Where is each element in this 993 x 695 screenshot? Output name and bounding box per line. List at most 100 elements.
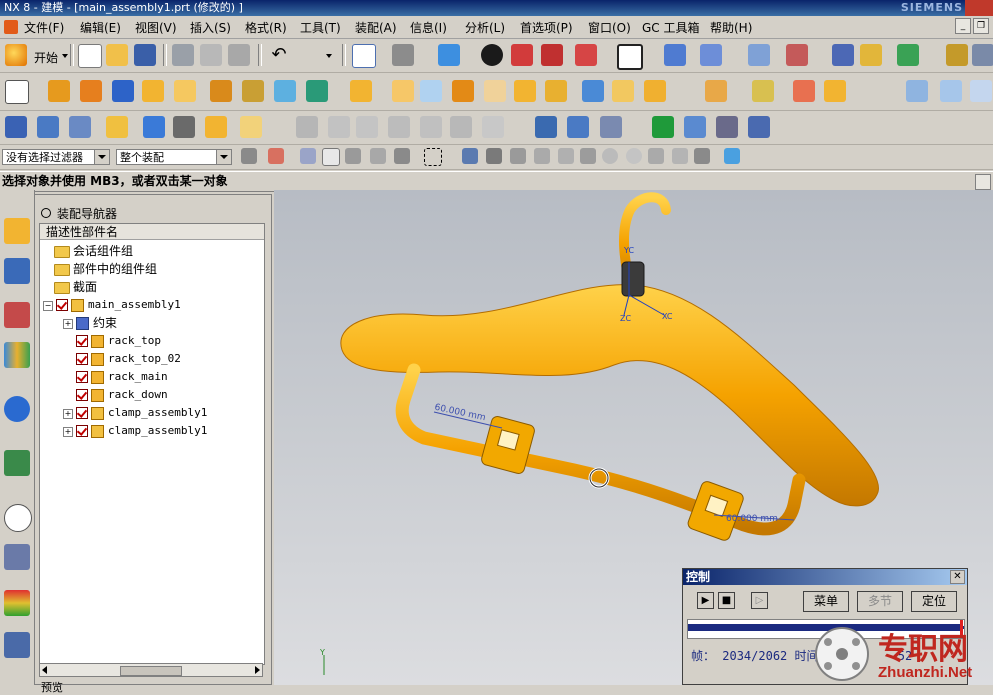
intersection-icon[interactable] bbox=[558, 148, 574, 164]
new-file-icon[interactable] bbox=[78, 44, 102, 68]
start-icon[interactable] bbox=[5, 44, 27, 66]
trim-body-icon[interactable] bbox=[350, 80, 372, 102]
extrude-icon[interactable] bbox=[48, 80, 70, 102]
menu-tools[interactable]: 工具(T) bbox=[300, 19, 341, 36]
tree-node-main-assembly[interactable]: main_assembly1 bbox=[56, 296, 181, 314]
component-select-icon[interactable] bbox=[724, 148, 740, 164]
select-edges-icon[interactable] bbox=[345, 148, 361, 164]
midpoint-icon[interactable] bbox=[510, 148, 526, 164]
arc-center-icon[interactable] bbox=[580, 148, 596, 164]
preview-section[interactable]: 预览 bbox=[41, 679, 63, 695]
menu-information[interactable]: 信息(I) bbox=[410, 19, 447, 36]
align-icon[interactable] bbox=[700, 44, 722, 66]
clamp-2[interactable] bbox=[686, 480, 744, 542]
boss-icon[interactable] bbox=[174, 80, 196, 102]
part-navigator-tab-icon[interactable] bbox=[4, 302, 30, 328]
component-array-icon[interactable] bbox=[205, 116, 227, 138]
chamfer-icon[interactable] bbox=[452, 80, 474, 102]
visibility-checkbox[interactable] bbox=[76, 389, 88, 401]
measure-icon[interactable] bbox=[946, 44, 968, 66]
window-controls[interactable] bbox=[965, 0, 993, 16]
fit-view-icon[interactable] bbox=[352, 44, 376, 68]
restore-button[interactable]: ❐ bbox=[973, 18, 989, 34]
g3-icon[interactable] bbox=[450, 116, 472, 138]
replace-component-icon[interactable] bbox=[824, 80, 846, 102]
select-bodies-icon[interactable] bbox=[394, 148, 410, 164]
tree-node-rack-top[interactable]: rack_top bbox=[76, 332, 161, 350]
g1-icon[interactable] bbox=[388, 116, 410, 138]
add-component-icon[interactable] bbox=[705, 80, 727, 102]
hook-connector[interactable] bbox=[621, 261, 645, 297]
deviation-icon[interactable] bbox=[482, 116, 504, 138]
reference-set-icon[interactable] bbox=[106, 116, 128, 138]
snap-icon[interactable] bbox=[268, 148, 284, 164]
existing-point-icon[interactable] bbox=[648, 148, 664, 164]
layer-icon[interactable] bbox=[748, 44, 770, 66]
pmi-icon[interactable] bbox=[748, 116, 770, 138]
multi-step-button[interactable]: 多节 bbox=[857, 591, 903, 612]
edge-blend-icon[interactable] bbox=[420, 80, 442, 102]
expand-icon[interactable]: + bbox=[63, 427, 73, 437]
expand-icon[interactable]: + bbox=[63, 409, 73, 419]
pattern-icon[interactable] bbox=[210, 80, 232, 102]
tree-node-rack-main[interactable]: rack_main bbox=[76, 368, 168, 386]
scroll-left-icon[interactable] bbox=[42, 666, 47, 674]
expand-icon[interactable]: + bbox=[63, 319, 73, 329]
tree-node-clamp-assembly-1[interactable]: clamp_assembly1 bbox=[76, 404, 207, 422]
menu-assemblies[interactable]: 装配(A) bbox=[355, 19, 397, 36]
new-component-icon[interactable] bbox=[752, 80, 774, 102]
through-curves-icon[interactable] bbox=[940, 80, 962, 102]
show-hide-icon[interactable] bbox=[511, 44, 533, 66]
point-icon[interactable] bbox=[832, 44, 854, 66]
rectangle-select-icon[interactable] bbox=[424, 148, 442, 166]
filter-options-icon[interactable] bbox=[241, 148, 257, 164]
assembly-navigator-tab-icon[interactable] bbox=[4, 218, 30, 244]
menu-preferences[interactable]: 首选项(P) bbox=[520, 19, 573, 36]
analysis-icon[interactable] bbox=[972, 44, 993, 66]
render-style-icon[interactable] bbox=[392, 44, 414, 66]
block-icon[interactable] bbox=[112, 80, 134, 102]
undo-dropdown-icon[interactable] bbox=[326, 54, 332, 58]
explode-view-icon[interactable] bbox=[37, 116, 59, 138]
navigator-tree[interactable]: 描述性部件名 会话组件组 部件中的组件组 截面 − main_assembly1… bbox=[39, 223, 265, 665]
clip-view-icon[interactable] bbox=[575, 44, 597, 66]
select-faces-icon[interactable] bbox=[322, 148, 340, 166]
history-tab-icon[interactable] bbox=[4, 504, 32, 532]
surface-analysis-icon[interactable] bbox=[328, 116, 350, 138]
quadrant-icon[interactable] bbox=[602, 148, 618, 164]
constraint-navigator-tab-icon[interactable] bbox=[4, 258, 30, 284]
start-dropdown-icon[interactable] bbox=[62, 54, 68, 58]
mirror-icon[interactable] bbox=[545, 80, 567, 102]
control-dialog-title[interactable]: 控制 ✕ bbox=[683, 569, 967, 585]
remove-component-icon[interactable] bbox=[793, 80, 815, 102]
sequence-icon[interactable] bbox=[69, 116, 91, 138]
horizontal-scrollbar[interactable] bbox=[39, 663, 263, 677]
point-on-face-icon[interactable] bbox=[672, 148, 688, 164]
menu-gc-toolbox[interactable]: GC 工具箱 bbox=[642, 19, 700, 36]
visibility-checkbox[interactable] bbox=[76, 407, 88, 419]
menu-analysis[interactable]: 分析(L) bbox=[465, 19, 505, 36]
system-scene-tab-icon[interactable] bbox=[4, 632, 30, 658]
select-features-icon[interactable] bbox=[370, 148, 386, 164]
deselect-icon[interactable] bbox=[300, 148, 316, 164]
section-view-icon[interactable] bbox=[541, 44, 563, 66]
web-browser-tab-icon[interactable] bbox=[4, 450, 30, 476]
play-forward-button[interactable]: ▶ bbox=[697, 592, 714, 609]
database-icon[interactable] bbox=[535, 116, 557, 138]
tools-icon[interactable] bbox=[600, 116, 622, 138]
visibility-checkbox[interactable] bbox=[76, 371, 88, 383]
assembly-constraint-icon[interactable] bbox=[5, 116, 27, 138]
abd-icon[interactable] bbox=[240, 116, 262, 138]
g0-icon[interactable] bbox=[356, 116, 378, 138]
point-set-icon[interactable] bbox=[306, 80, 328, 102]
collapse-icon[interactable]: − bbox=[43, 301, 53, 311]
tube-icon[interactable] bbox=[644, 80, 666, 102]
tree-node-clamp-assembly-2[interactable]: clamp_assembly1 bbox=[76, 422, 207, 440]
bounded-grid-icon[interactable] bbox=[694, 148, 710, 164]
menu-edit[interactable]: 编辑(E) bbox=[80, 19, 121, 36]
g2-icon[interactable] bbox=[420, 116, 442, 138]
visibility-checkbox[interactable] bbox=[76, 425, 88, 437]
tree-node-rack-down[interactable]: rack_down bbox=[76, 386, 168, 404]
copy-icon[interactable] bbox=[200, 44, 222, 66]
curve-analysis-icon[interactable] bbox=[296, 116, 318, 138]
